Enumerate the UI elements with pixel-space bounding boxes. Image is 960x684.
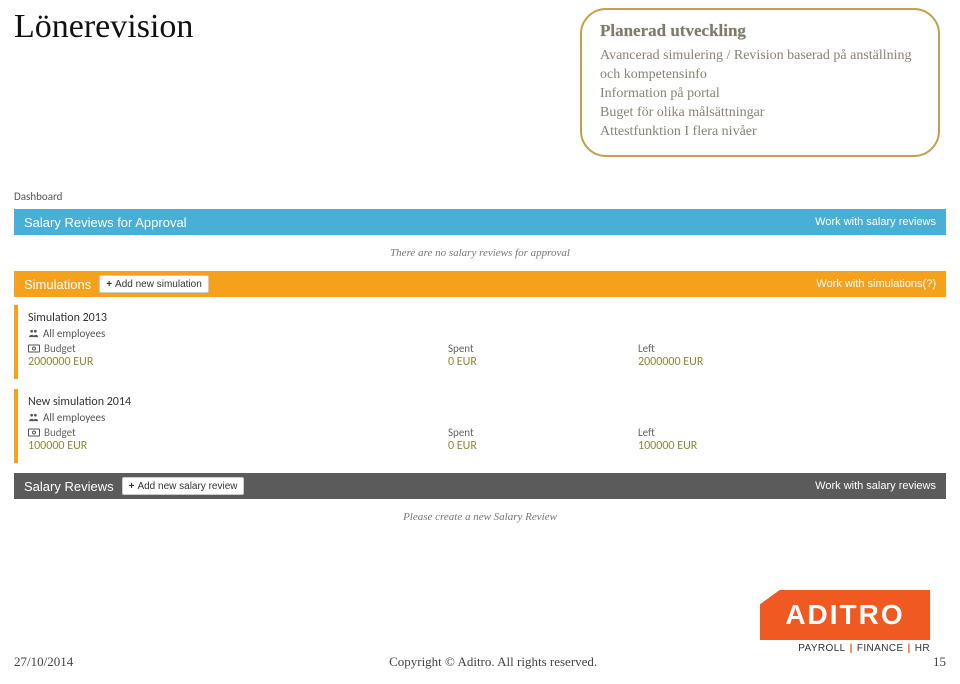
- brand-text: ADITRO: [785, 599, 904, 631]
- approval-title: Salary Reviews for Approval: [24, 215, 187, 230]
- budget-value: 100000 EUR: [28, 439, 448, 453]
- approval-bar: Salary Reviews for Approval Work with sa…: [14, 209, 946, 235]
- budget-label: Budget: [44, 426, 76, 439]
- simulation-title: Simulation 2013: [28, 311, 938, 325]
- add-simulation-label: Add new simulation: [115, 279, 202, 290]
- spent-label: Spent: [448, 342, 638, 355]
- callout-line: Attestfunktion I flera nivåer: [600, 123, 920, 142]
- simulations-link[interactable]: Work with simulations(?): [816, 278, 936, 290]
- brand-mark: ADITRO: [760, 590, 930, 640]
- spent-value: 0 EUR: [448, 355, 638, 369]
- people-icon: [28, 328, 39, 339]
- approval-link[interactable]: Work with salary reviews: [815, 216, 936, 228]
- left-label: Left: [638, 342, 828, 355]
- callout-line: Buget för olika målsättningar: [600, 104, 920, 123]
- plus-icon: +: [106, 279, 112, 290]
- simulations-title: Simulations: [24, 277, 91, 292]
- callout-line: Avancerad simulering / Revision baserad …: [600, 47, 920, 85]
- simulation-scope: All employees: [43, 411, 105, 424]
- budget-icon: [28, 344, 40, 353]
- footer: 27/10/2014 Copyright © Aditro. All right…: [14, 654, 946, 670]
- people-icon: [28, 412, 39, 423]
- simulation-card[interactable]: New simulation 2014 All employees Budget…: [14, 389, 946, 463]
- callout-line: Information på portal: [600, 85, 920, 104]
- dashboard-label: Dashboard: [14, 190, 946, 203]
- footer-copyright: Copyright © Aditro. All rights reserved.: [73, 654, 913, 670]
- reviews-empty-message: Please create a new Salary Review: [14, 499, 946, 535]
- budget-label: Budget: [44, 342, 76, 355]
- plus-icon: +: [129, 481, 135, 492]
- simulation-card[interactable]: Simulation 2013 All employees Budget 200…: [14, 305, 946, 379]
- add-simulation-button[interactable]: + Add new simulation: [99, 275, 209, 293]
- approval-empty-message: There are no salary reviews for approval: [14, 235, 946, 271]
- reviews-bar: Salary Reviews + Add new salary review W…: [14, 473, 946, 499]
- brand-tagline: PAYROLL|FINANCE|HR: [760, 643, 930, 654]
- reviews-link[interactable]: Work with salary reviews: [815, 480, 936, 492]
- left-value: 2000000 EUR: [638, 355, 828, 369]
- spent-value: 0 EUR: [448, 439, 638, 453]
- brand-logo: ADITRO PAYROLL|FINANCE|HR: [760, 590, 930, 654]
- left-label: Left: [638, 426, 828, 439]
- add-review-button[interactable]: + Add new salary review: [122, 477, 245, 495]
- callout-heading: Planerad utveckling: [600, 20, 920, 43]
- simulation-title: New simulation 2014: [28, 395, 938, 409]
- callout-box: Planerad utveckling Avancerad simulering…: [580, 8, 940, 157]
- footer-date: 27/10/2014: [14, 654, 73, 670]
- dashboard: Dashboard Salary Reviews for Approval Wo…: [14, 190, 946, 535]
- budget-value: 2000000 EUR: [28, 355, 448, 369]
- simulations-bar: Simulations + Add new simulation Work wi…: [14, 271, 946, 297]
- add-review-label: Add new salary review: [137, 481, 237, 492]
- left-value: 100000 EUR: [638, 439, 828, 453]
- reviews-title: Salary Reviews: [24, 479, 114, 494]
- spent-label: Spent: [448, 426, 638, 439]
- footer-page: 15: [933, 654, 946, 670]
- simulation-scope: All employees: [43, 327, 105, 340]
- budget-icon: [28, 428, 40, 437]
- page-title: Lönerevision: [14, 8, 193, 46]
